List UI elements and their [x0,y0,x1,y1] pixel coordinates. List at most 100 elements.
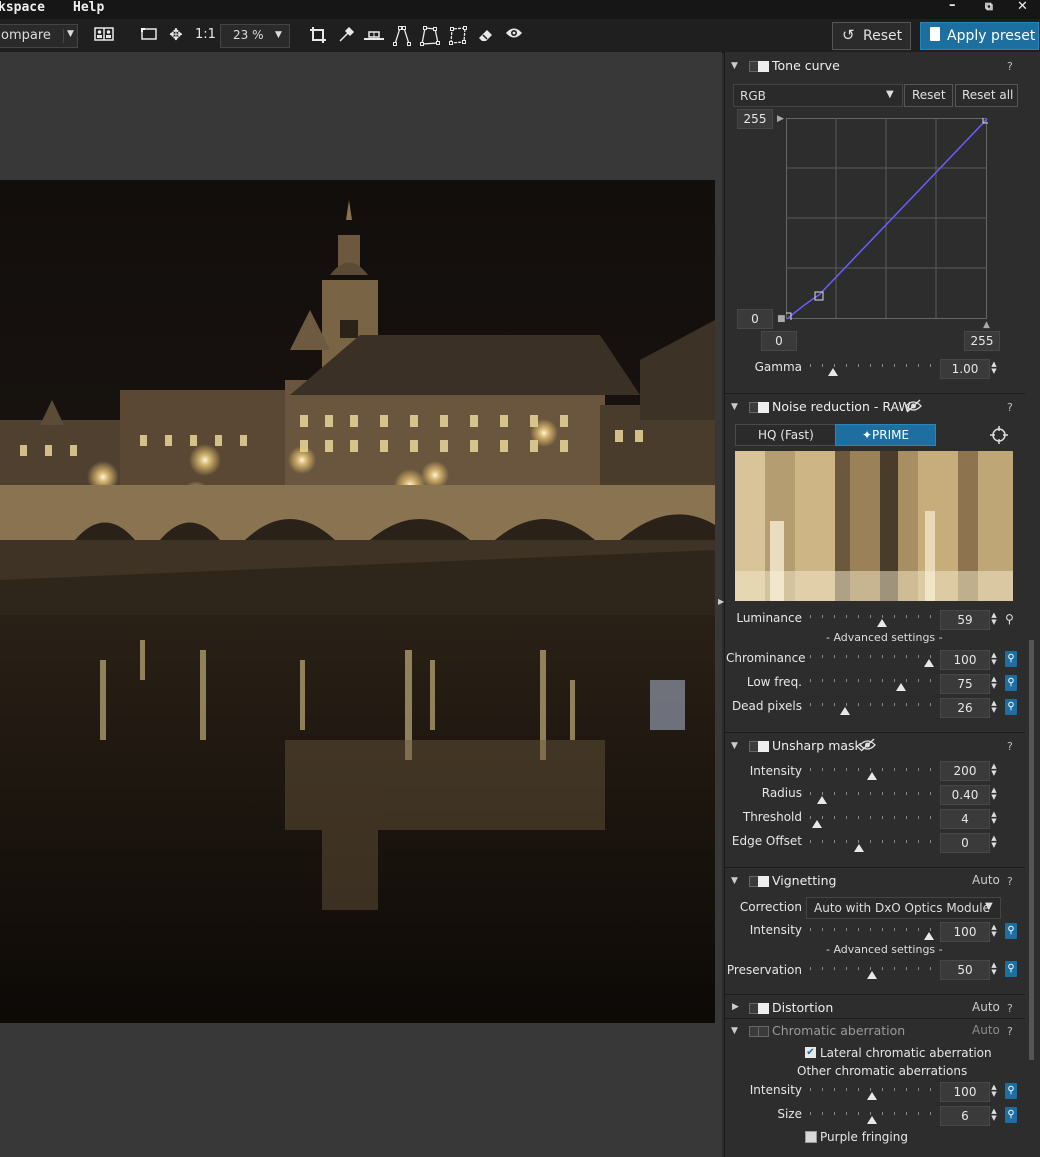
perspective-8pt-icon[interactable] [420,26,440,50]
luminance-slider[interactable] [810,613,934,629]
collapse-panel-icon[interactable]: ▶ [718,597,724,606]
threshold-value[interactable]: 4 [940,809,990,829]
spin-arrows-icon[interactable]: ▲ ▼ [989,962,999,976]
fit-screen-icon[interactable] [139,26,159,46]
spin-arrows-icon[interactable]: ▲ ▼ [989,811,999,825]
threshold-slider[interactable] [810,814,934,830]
correction-dropdown[interactable]: Auto with DxO Optics Module ▼ [806,897,1001,919]
slider-thumb[interactable] [816,796,827,804]
magic-wand-icon[interactable]: ⚲ [1005,1107,1017,1123]
magic-wand-icon[interactable]: ⚲ [1005,651,1017,667]
edge-offset-value[interactable]: 0 [940,833,990,853]
magic-wand-icon[interactable]: ⚲ [1005,961,1017,977]
ca-size-slider[interactable] [810,1110,934,1126]
expand-triangle-icon[interactable]: ▼ [731,1026,738,1036]
perspective-icon[interactable] [392,26,412,50]
magic-wand-icon[interactable]: ⚲ [1005,699,1017,715]
preservation-slider[interactable] [810,965,934,981]
expand-triangle-icon[interactable]: ▼ [731,876,738,886]
spin-arrows-icon[interactable]: ▲ ▼ [989,835,999,849]
spin-arrows-icon[interactable]: ▲ ▼ [989,652,999,666]
output-max-marker-icon[interactable]: ▶ [777,114,784,124]
spin-arrows-icon[interactable]: ▲ ▼ [989,787,999,801]
hidden-eye-icon[interactable] [859,738,876,755]
ca-intensity-value[interactable]: 100 [940,1082,990,1102]
advanced-settings-label[interactable]: - Advanced settings - [826,631,943,644]
magic-wand-icon[interactable]: ⚲ [1005,612,1014,626]
help-icon[interactable]: ? [1007,1002,1013,1015]
spin-arrows-icon[interactable]: ▲ ▼ [989,361,999,375]
ca-size-value[interactable]: 6 [940,1106,990,1126]
help-icon[interactable]: ? [1007,1025,1013,1038]
slider-thumb[interactable] [867,1116,877,1124]
low-freq-slider[interactable] [810,677,934,693]
vignetting-intensity-value[interactable]: 100 [940,922,990,942]
spin-arrows-icon[interactable]: ▲ ▼ [989,763,999,777]
compare-dropdown[interactable]: ompare ▼ [0,24,78,48]
radius-slider[interactable] [810,790,934,806]
eraser-icon[interactable] [476,26,496,48]
low-freq-value[interactable]: 75 [940,674,990,694]
chrominance-slider[interactable] [810,653,934,669]
gamma-value[interactable]: 1.00 [940,359,990,379]
panel-scrollbar[interactable] [1029,640,1034,1060]
help-icon[interactable]: ? [1007,875,1013,888]
input-min-field[interactable]: 0 [761,331,797,351]
curve-reset-all-button[interactable]: Reset all [955,84,1018,107]
help-icon[interactable]: ? [1007,60,1013,73]
output-min-field[interactable]: 0 [737,309,773,329]
output-min-marker-icon[interactable]: ■ [777,314,786,324]
reset-button[interactable]: ↺ Reset [832,22,911,50]
eyedropper-icon[interactable] [336,26,356,48]
distortion-auto-label[interactable]: Auto [972,1000,1000,1014]
target-icon[interactable] [990,426,1008,447]
spin-arrows-icon[interactable]: ▲ ▼ [989,1084,999,1098]
minimize-icon[interactable]: – [949,0,956,13]
slider-thumb[interactable] [812,820,823,828]
magic-wand-icon[interactable]: ⚲ [1005,675,1017,691]
chrominance-value[interactable]: 100 [940,650,990,670]
menu-help[interactable]: Help [73,0,104,16]
magic-wand-icon[interactable]: ⚲ [1005,923,1017,939]
chromatic-auto-label[interactable]: Auto [972,1023,1000,1037]
vignetting-intensity-slider[interactable] [810,926,934,942]
horizon-icon[interactable] [363,26,385,48]
lateral-ca-checkbox[interactable]: ✔ [805,1047,816,1058]
hq-fast-tab[interactable]: HQ (Fast) [735,424,836,446]
magic-wand-icon[interactable]: ⚲ [1005,1083,1017,1099]
noise-preview-loupe[interactable] [735,451,1013,601]
slider-thumb[interactable] [924,932,934,940]
spin-arrows-icon[interactable]: ▲ ▼ [989,612,999,626]
channel-dropdown[interactable]: RGB ▼ [733,84,903,107]
edge-offset-slider[interactable] [810,838,934,854]
spin-arrows-icon[interactable]: ▲ ▼ [989,1108,999,1122]
purple-fringing-checkbox[interactable] [805,1131,817,1143]
output-max-field[interactable]: 255 [737,109,773,129]
curve-reset-button[interactable]: Reset [904,84,953,107]
slider-thumb[interactable] [867,971,877,979]
crop-icon[interactable] [308,26,328,48]
move-icon[interactable]: ✥ [166,26,186,44]
advanced-settings-label[interactable]: - Advanced settings - [826,943,943,956]
spin-arrows-icon[interactable]: ▲ ▼ [989,700,999,714]
ca-intensity-slider[interactable] [810,1086,934,1102]
radius-value[interactable]: 0.40 [940,785,990,805]
dead-pixels-value[interactable]: 26 [940,698,990,718]
hidden-eye-icon[interactable] [905,399,922,417]
photo-preview[interactable] [0,180,715,1023]
dead-pixels-slider[interactable] [810,701,934,717]
preservation-value[interactable]: 50 [940,960,990,980]
menu-workspace[interactable]: kspace [0,0,45,16]
side-by-side-icon[interactable] [94,26,114,46]
close-icon[interactable]: ✕ [1017,0,1028,14]
input-max-marker-icon[interactable]: ▲ [983,320,990,330]
spin-arrows-icon[interactable]: ▲ ▼ [989,924,999,938]
slider-thumb[interactable] [867,772,877,780]
slider-thumb[interactable] [877,619,888,627]
perspective-rect-icon[interactable] [448,26,468,50]
help-icon[interactable]: ? [1007,740,1013,753]
luminance-value[interactable]: 59 [940,610,990,630]
slider-thumb[interactable] [828,368,839,376]
collapsed-triangle-icon[interactable]: ▶ [732,1002,739,1012]
expand-triangle-icon[interactable]: ▼ [731,741,738,751]
